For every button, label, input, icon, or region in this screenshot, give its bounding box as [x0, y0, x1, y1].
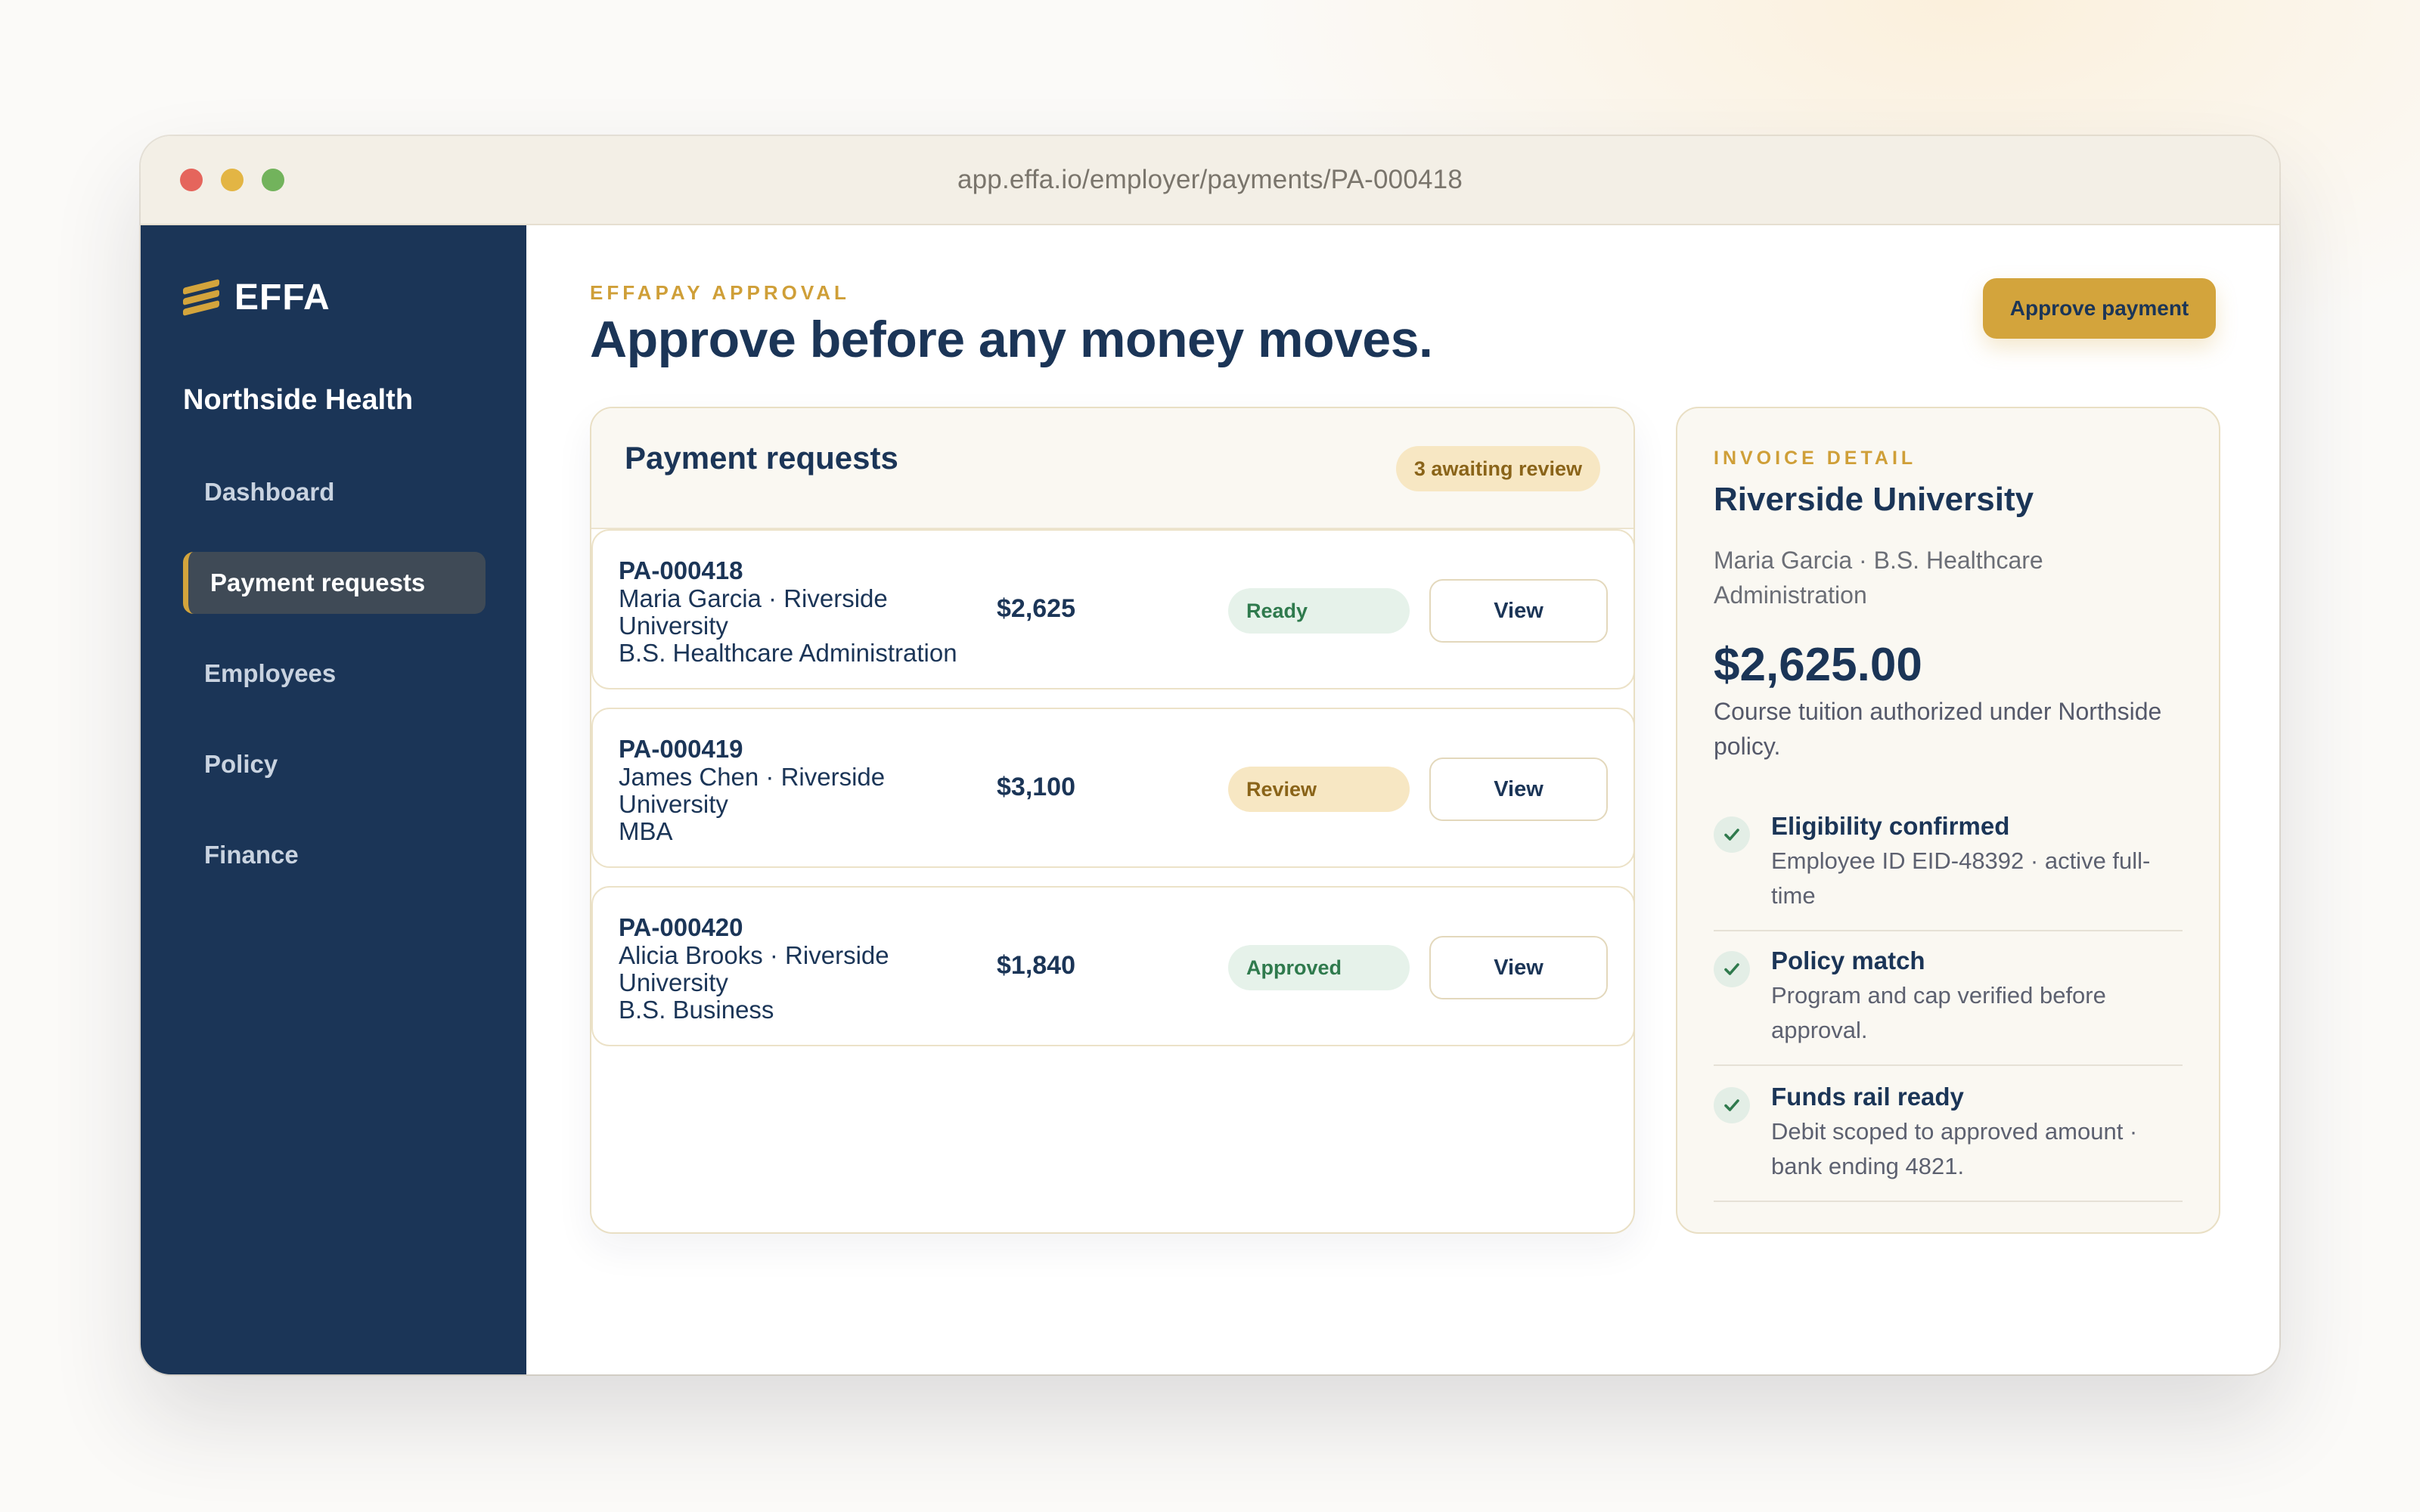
request-employee: Alicia Brooks · Riverside	[619, 941, 889, 969]
panel-header: Payment requests 3 awaiting review	[591, 408, 1634, 529]
request-institution: University	[619, 790, 728, 818]
request-employee: Maria Garcia · Riverside	[619, 584, 888, 612]
status-badge: Review	[1228, 767, 1410, 812]
status-badge: Approved	[1228, 945, 1410, 990]
request-amount: $2,625	[997, 594, 1075, 623]
request-employee: James Chen · Riverside	[619, 763, 886, 791]
logo-text: EFFA	[234, 277, 330, 318]
sidebar-item-payment-requests[interactable]: Payment requests	[183, 552, 486, 614]
request-institution: University	[619, 968, 728, 996]
invoice-detail-panel: INVOICE DETAIL Riverside University Mari…	[1676, 407, 2220, 1234]
table-row[interactable]: PA-000418 Maria Garcia · Riverside Unive…	[591, 529, 1634, 689]
table-row[interactable]: PA-000420 Alicia Brooks · Riverside Univ…	[591, 886, 1634, 1046]
request-program: B.S. Healthcare Administration	[619, 639, 957, 667]
view-button[interactable]: View	[1429, 579, 1608, 643]
browser-window: app.effa.io/employer/payments/PA-000418 …	[141, 136, 2279, 1374]
request-institution: University	[619, 612, 728, 640]
check-icon	[1714, 816, 1750, 853]
request-program: MBA	[619, 817, 673, 845]
detail-amount: $2,625.00	[1714, 639, 1922, 691]
sidebar: EFFA Northside Health Dashboard Payment …	[141, 225, 526, 1374]
check-icon	[1714, 1087, 1750, 1123]
check-description: Debit scoped to approved amount · bank e…	[1771, 1118, 2138, 1179]
detail-description: Course tuition authorized under Northsid…	[1714, 698, 2162, 760]
organization-name: Northside Health	[183, 384, 414, 416]
status-badge: Ready	[1228, 588, 1410, 634]
request-id: PA-000419	[619, 735, 743, 763]
check-item-policy: Policy match Program and cap verified be…	[1714, 947, 2183, 1066]
check-icon	[1714, 951, 1750, 987]
check-description: Program and cap verified before approval…	[1771, 982, 2106, 1043]
check-item-eligibility: Eligibility confirmed Employee ID EID-48…	[1714, 812, 2183, 931]
logo[interactable]: EFFA	[183, 277, 330, 318]
check-description: Employee ID EID-48392 · active full-time	[1771, 847, 2151, 909]
request-program: B.S. Business	[619, 996, 774, 1024]
check-title: Policy match	[1771, 947, 1925, 974]
request-amount: $3,100	[997, 773, 1075, 801]
check-item-funds: Funds rail ready Debit scoped to approve…	[1714, 1083, 2183, 1202]
view-button[interactable]: View	[1429, 936, 1608, 999]
approve-payment-button[interactable]: Approve payment	[1983, 278, 2216, 339]
check-title: Eligibility confirmed	[1771, 812, 2010, 840]
detail-title: Riverside University	[1714, 481, 2034, 518]
effa-logo-icon	[183, 279, 221, 316]
sidebar-item-employees[interactable]: Employees	[183, 643, 486, 705]
page-eyebrow: EFFAPAY APPROVAL	[590, 281, 850, 304]
address-bar[interactable]: app.effa.io/employer/payments/PA-000418	[141, 165, 2279, 195]
check-title: Funds rail ready	[1771, 1083, 1964, 1111]
main-content: EFFAPAY APPROVAL Approve before any mone…	[526, 225, 2279, 1374]
awaiting-review-badge: 3 awaiting review	[1395, 446, 1600, 491]
request-id: PA-000418	[619, 556, 743, 584]
request-amount: $1,840	[997, 951, 1075, 980]
request-id: PA-000420	[619, 913, 743, 941]
sidebar-nav: Dashboard Payment requests Employees Pol…	[183, 461, 486, 915]
sidebar-item-policy[interactable]: Policy	[183, 733, 486, 795]
page-title: Approve before any money moves.	[590, 311, 1433, 368]
panel-title: Payment requests	[625, 440, 898, 476]
sidebar-item-dashboard[interactable]: Dashboard	[183, 461, 486, 523]
payment-requests-panel: Payment requests 3 awaiting review PA-00…	[590, 407, 1635, 1234]
table-row[interactable]: PA-000419 James Chen · Riverside Univers…	[591, 708, 1634, 868]
view-button[interactable]: View	[1429, 758, 1608, 821]
browser-titlebar: app.effa.io/employer/payments/PA-000418	[141, 136, 2279, 225]
detail-eyebrow: INVOICE DETAIL	[1714, 448, 1917, 469]
sidebar-item-finance[interactable]: Finance	[183, 824, 486, 886]
detail-subtitle: Maria Garcia · B.S. Healthcare Administr…	[1714, 547, 2043, 609]
